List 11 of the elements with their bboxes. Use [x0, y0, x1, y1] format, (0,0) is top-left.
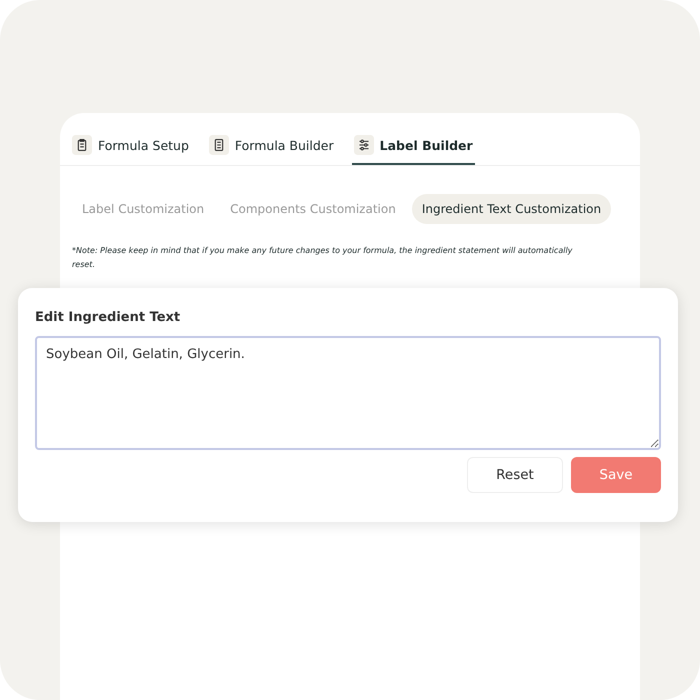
sliders-icon — [354, 135, 374, 155]
editor-title: Edit Ingredient Text — [35, 310, 182, 325]
tab[interactable]: Label Builder — [352, 133, 475, 165]
subtab[interactable]: Ingredient Text Customization — [412, 194, 612, 224]
tab[interactable]: Formula Setup — [70, 133, 191, 165]
clipboard-icon — [72, 135, 92, 155]
reset-button[interactable]: Reset — [467, 457, 563, 493]
ingredient-text-field[interactable]: Soybean Oil, Gelatin, Glycerin. — [35, 336, 661, 450]
document-icon — [208, 135, 229, 155]
tab[interactable]: Formula Builder — [206, 133, 336, 165]
note-text: *Note: Please keep in mind that if you make any future changes to your formula, the ingredient statement will automatically reset. — [72, 245, 574, 271]
